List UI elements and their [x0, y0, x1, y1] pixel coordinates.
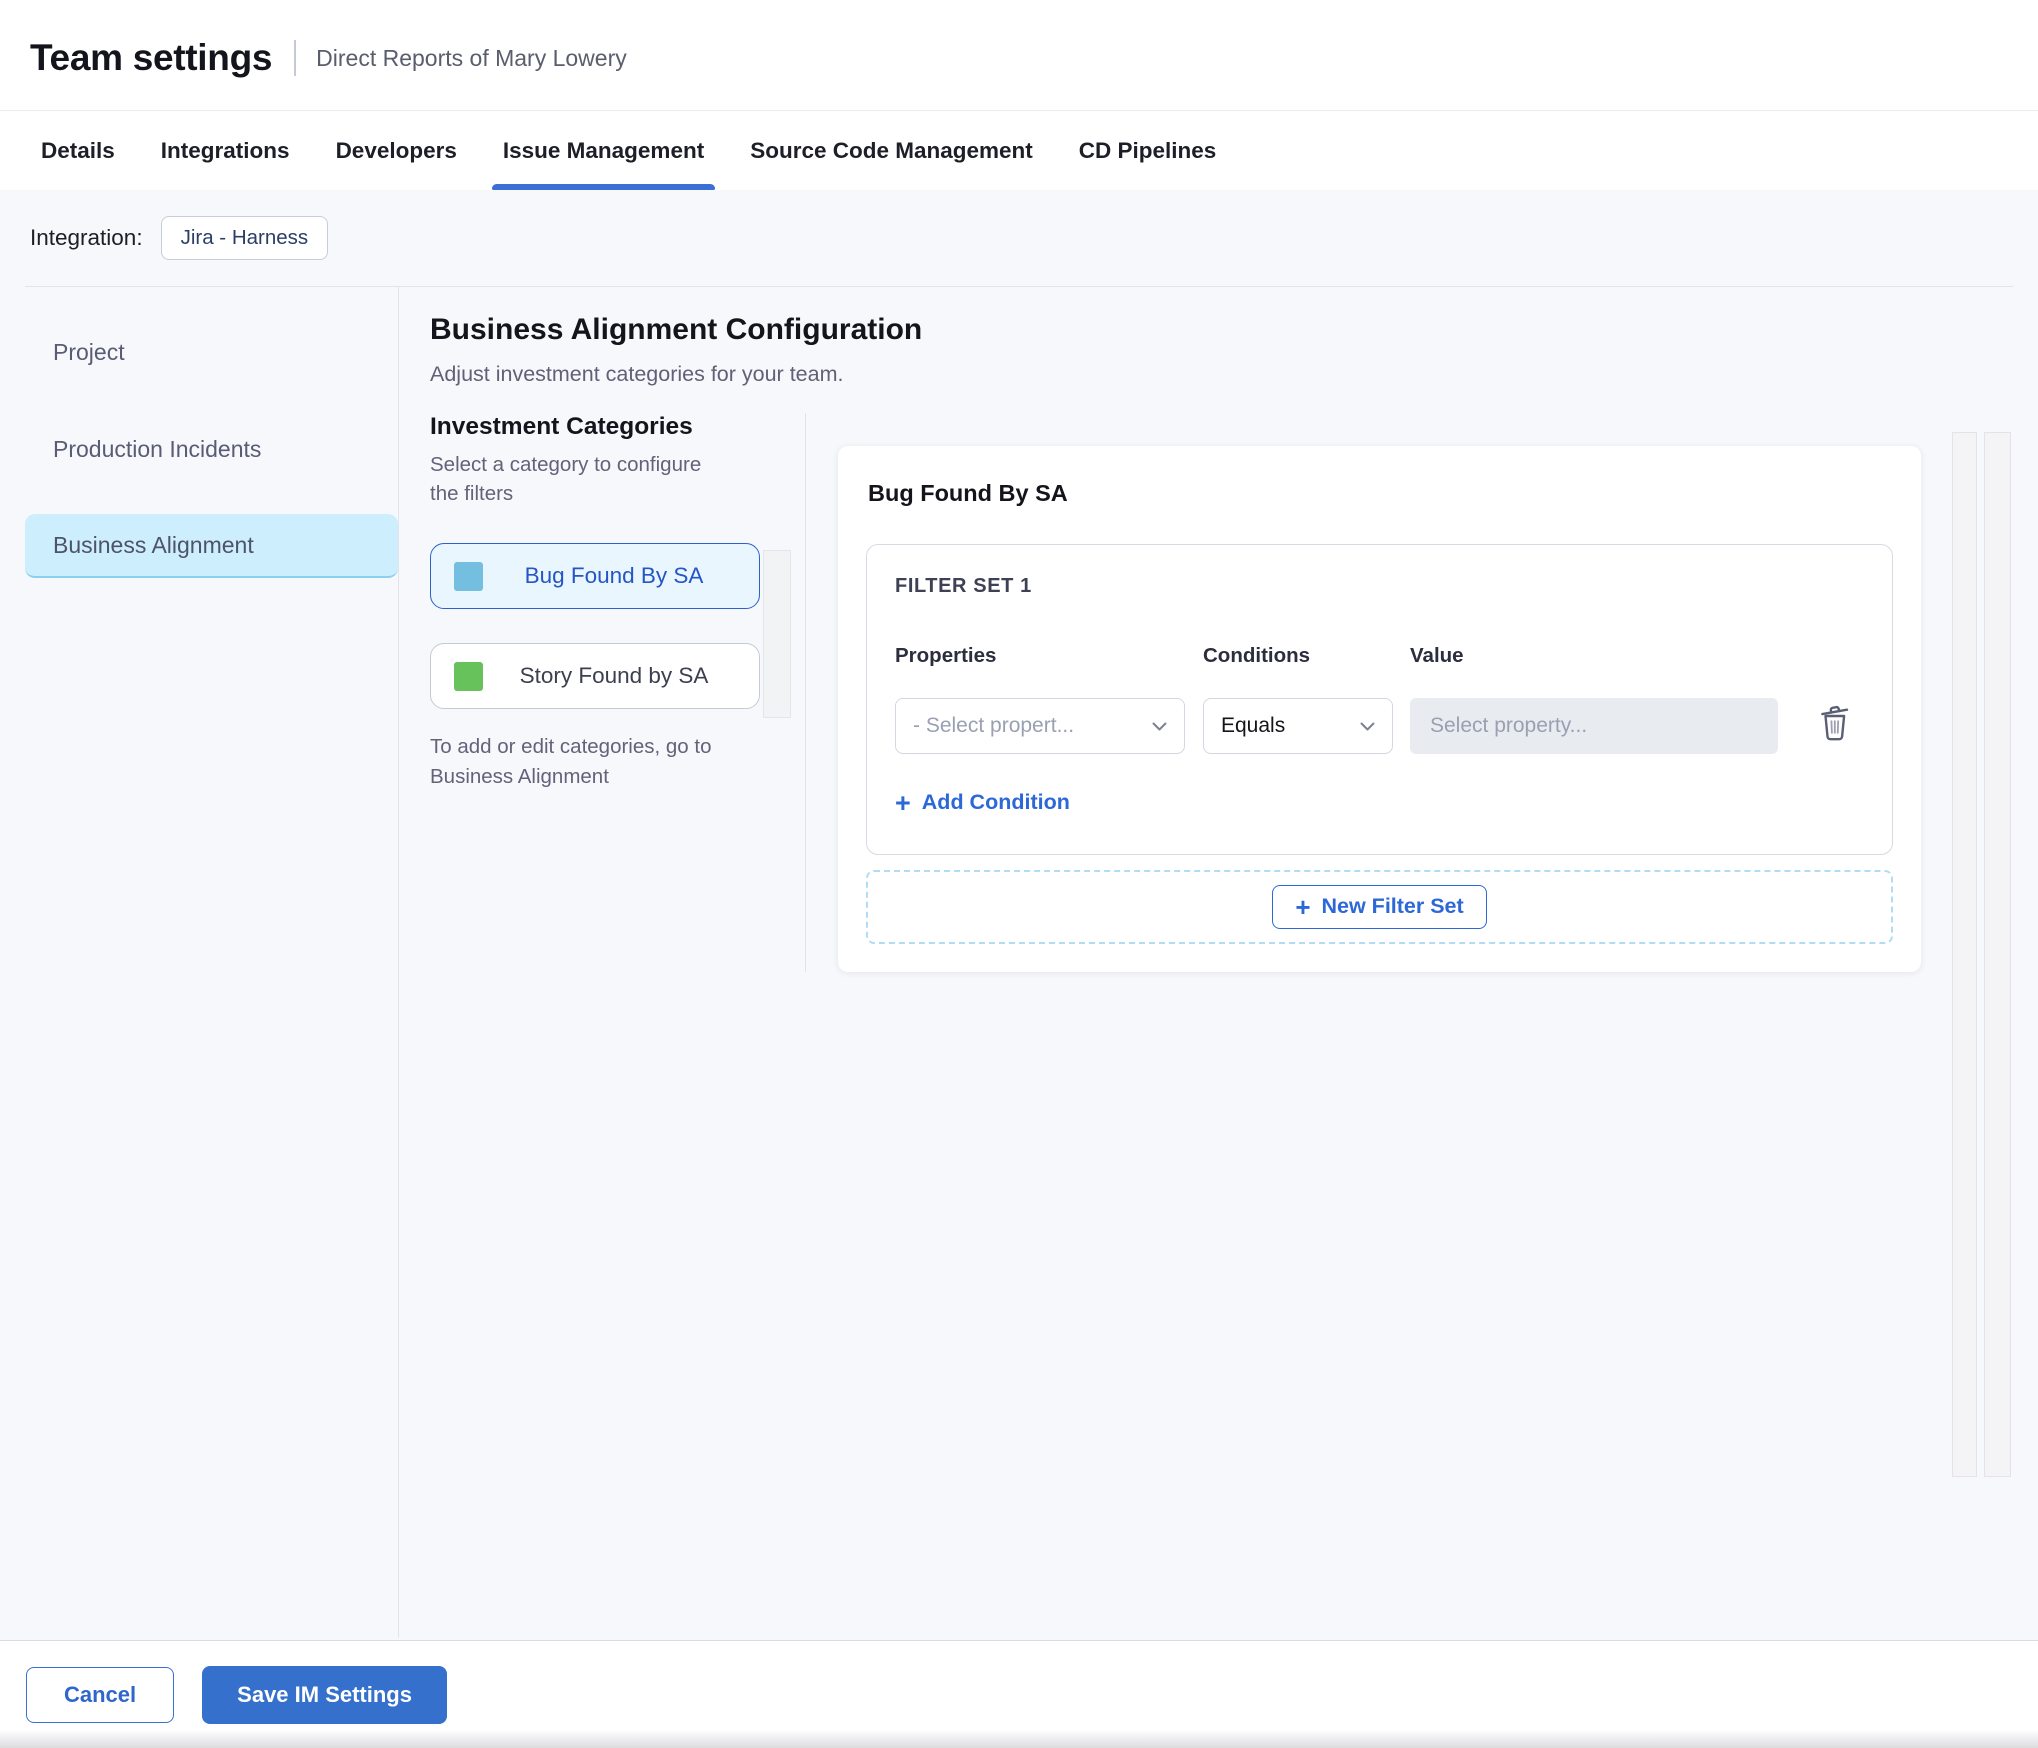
- column-header-value: Value: [1410, 644, 1464, 667]
- save-im-settings-button[interactable]: Save IM Settings: [202, 1665, 447, 1724]
- new-filter-set-dropzone: + New Filter Set: [866, 869, 1893, 944]
- tab-bar: Details Integrations Developers Issue Ma…: [0, 110, 2038, 190]
- integration-chip[interactable]: Jira - Harness: [160, 216, 329, 260]
- chevron-down-icon: [1151, 714, 1168, 738]
- footer-action-bar: Cancel Save IM Settings: [0, 1640, 2038, 1748]
- delete-condition-button[interactable]: [1816, 701, 1854, 746]
- plus-icon: +: [895, 787, 911, 818]
- plus-icon: +: [1295, 891, 1311, 922]
- filter-set-label: FILTER SET 1: [895, 575, 1032, 597]
- section-title: Business Alignment Configuration: [430, 313, 923, 346]
- tab-developers[interactable]: Developers: [313, 111, 480, 190]
- integration-row: Integration: Jira - Harness: [0, 190, 2038, 286]
- category-list-scrollbar[interactable]: [763, 550, 791, 718]
- tab-issue-management[interactable]: Issue Management: [480, 111, 727, 190]
- integration-label: Integration:: [30, 225, 143, 250]
- tab-details[interactable]: Details: [18, 111, 138, 190]
- category-bug-found-by-sa[interactable]: Bug Found By SA: [430, 543, 760, 609]
- trash-icon: [1816, 705, 1854, 746]
- investment-categories-column: Investment Categories Select a category …: [430, 413, 806, 972]
- categories-note: To add or edit categories, go to Busines…: [430, 735, 712, 788]
- categories-heading: Investment Categories: [430, 413, 693, 440]
- category-color-swatch-green: [454, 661, 483, 691]
- new-filter-set-button[interactable]: + New Filter Set: [1272, 884, 1487, 929]
- conditions-select[interactable]: Equals: [1203, 698, 1393, 754]
- filter-set-box: FILTER SET 1 Properties - Select propert…: [866, 544, 1893, 855]
- filter-panel-column: Bug Found By SA FILTER SET 1 Properties …: [806, 413, 2013, 972]
- content-area: Integration: Jira - Harness Project Prod…: [0, 190, 2038, 1640]
- category-color-swatch-blue: [454, 561, 483, 591]
- tab-source-code-management[interactable]: Source Code Management: [727, 111, 1056, 190]
- category-story-found-by-sa[interactable]: Story Found by SA: [430, 643, 760, 709]
- config-card-title: Bug Found By SA: [868, 480, 1068, 506]
- settings-sidebar: Project Production Incidents Business Al…: [25, 287, 399, 1638]
- page-header: Team settings Direct Reports of Mary Low…: [0, 0, 2038, 110]
- page-scrollbar[interactable]: [1984, 432, 2011, 1477]
- category-label: Story Found by SA: [519, 663, 709, 688]
- conditions-select-value: Equals: [1221, 714, 1286, 737]
- tab-integrations[interactable]: Integrations: [138, 111, 313, 190]
- sidebar-item-project[interactable]: Project: [25, 320, 398, 384]
- cancel-button[interactable]: Cancel: [26, 1666, 175, 1723]
- value-input[interactable]: [1410, 698, 1778, 754]
- business-alignment-section: Business Alignment Configuration Adjust …: [399, 287, 2013, 1638]
- properties-select-placeholder: - Select propert...: [913, 714, 1075, 737]
- add-condition-button[interactable]: + Add Condition: [895, 787, 1070, 818]
- properties-select[interactable]: - Select propert...: [895, 698, 1185, 754]
- chevron-down-icon: [1359, 714, 1376, 738]
- settings-body: Project Production Incidents Business Al…: [25, 286, 2013, 1638]
- new-filter-set-label: New Filter Set: [1321, 894, 1464, 918]
- section-subtitle: Adjust investment categories for your te…: [430, 362, 844, 386]
- category-label: Bug Found By SA: [524, 563, 704, 588]
- category-config-card: Bug Found By SA FILTER SET 1 Properties …: [838, 446, 1921, 972]
- page-subtitle: Direct Reports of Mary Lowery: [316, 44, 627, 71]
- page-title: Team settings: [30, 37, 273, 78]
- sidebar-item-production-incidents[interactable]: Production Incidents: [25, 417, 398, 481]
- title-separator: [294, 40, 297, 76]
- tab-cd-pipelines[interactable]: CD Pipelines: [1056, 111, 1240, 190]
- panel-scrollbar[interactable]: [1952, 432, 1977, 1477]
- column-header-conditions: Conditions: [1203, 644, 1311, 667]
- add-condition-label: Add Condition: [921, 790, 1070, 814]
- sidebar-item-business-alignment[interactable]: Business Alignment: [25, 514, 398, 578]
- categories-description: Select a category to configure the filte…: [430, 453, 702, 505]
- column-header-properties: Properties: [895, 644, 997, 667]
